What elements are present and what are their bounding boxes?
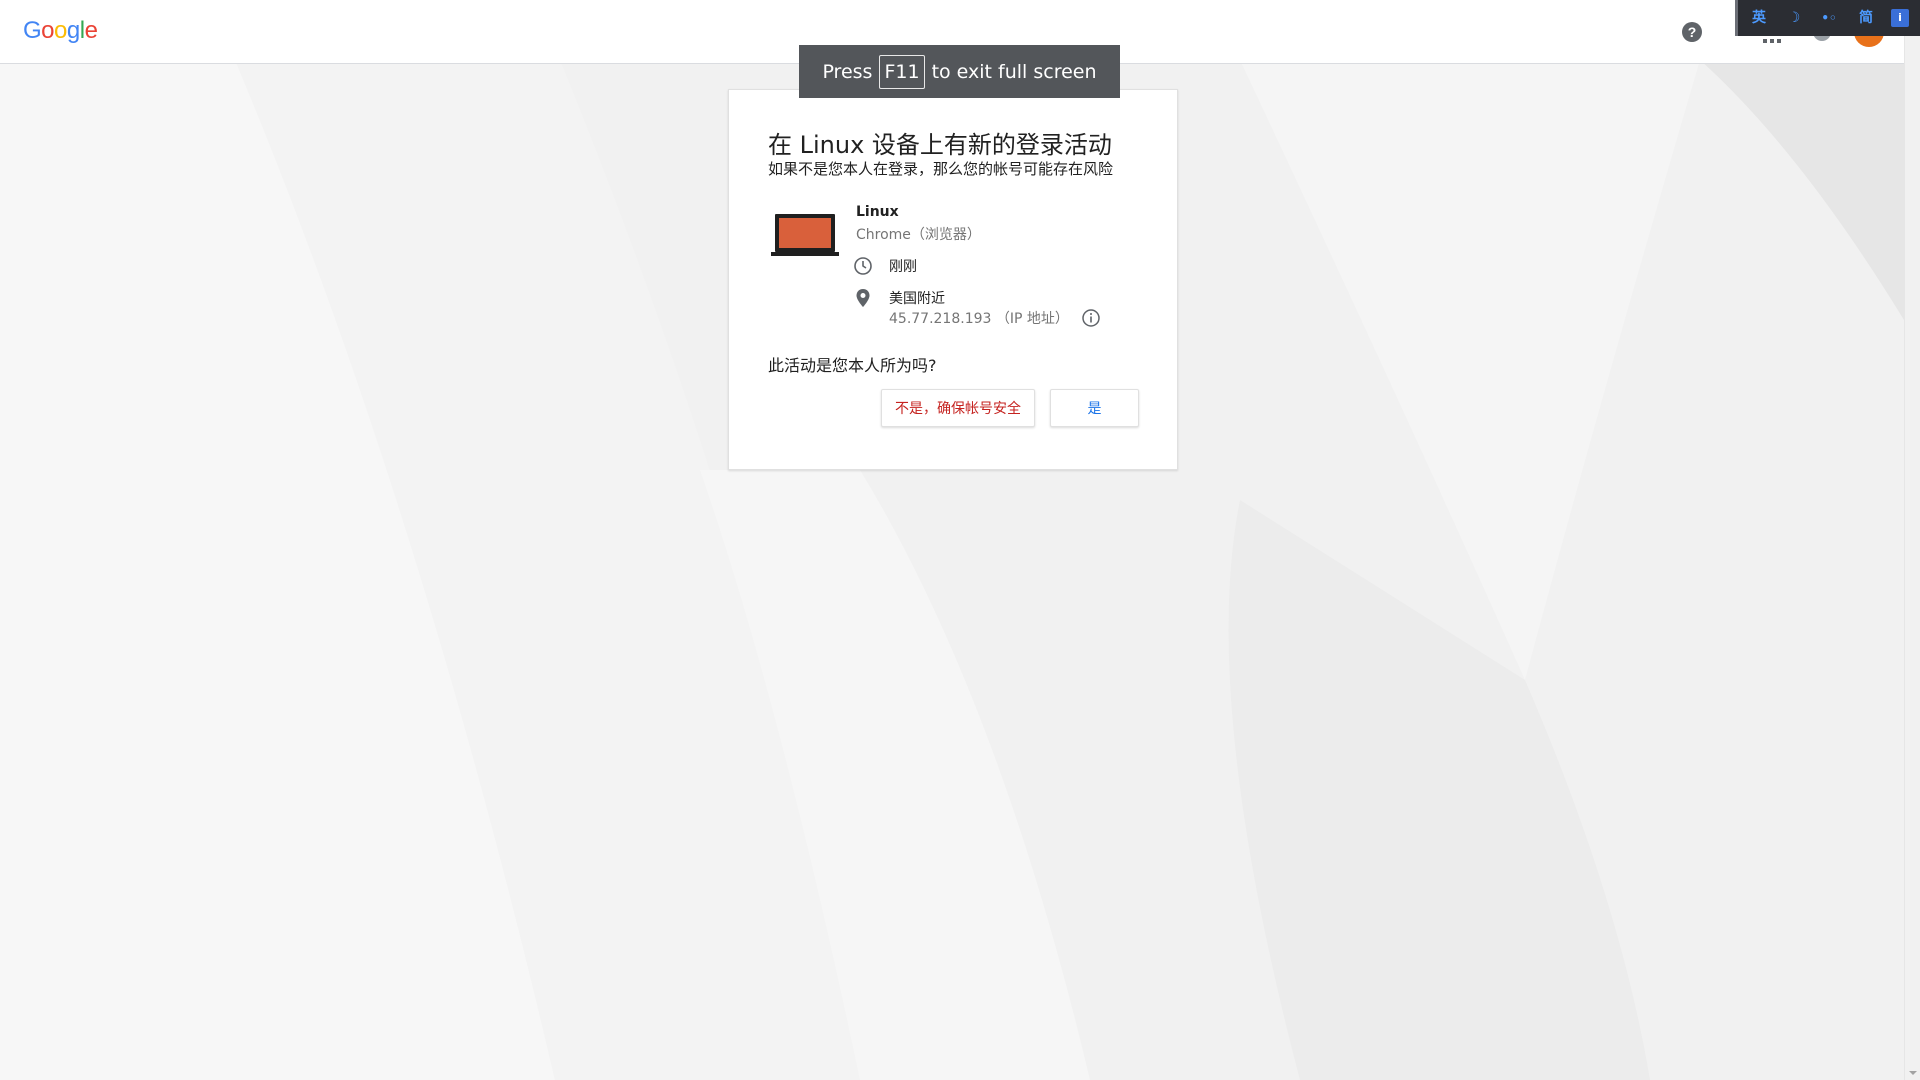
- confirmation-question: 此活动是您本人所为吗?: [768, 356, 937, 375]
- laptop-icon: [771, 214, 839, 256]
- fullscreen-exit-toast: Press F11 to exit full screen: [799, 45, 1120, 98]
- google-logo[interactable]: Google: [23, 17, 98, 45]
- logo-letter: e: [84, 17, 98, 44]
- not-me-secure-account-button[interactable]: 不是，确保帐号安全: [881, 389, 1035, 427]
- ime-toolbar: 英 ☽ •◦ 简 i: [1735, 0, 1920, 36]
- toast-text-before: Press: [822, 60, 873, 83]
- help-icon[interactable]: ?: [1680, 20, 1704, 44]
- ime-moon-icon[interactable]: ☽: [1783, 8, 1805, 28]
- login-location: 美国附近: [889, 291, 945, 307]
- device-name: Linux: [856, 204, 899, 220]
- security-alert-card: 在 Linux 设备上有新的登录活动 如果不是您本人在登录，那么您的帐号可能存在…: [728, 89, 1178, 470]
- clock-icon: [854, 257, 872, 275]
- logo-letter: o: [54, 17, 67, 44]
- ime-language-toggle[interactable]: 英: [1748, 8, 1770, 28]
- toast-text-after: to exit full screen: [931, 60, 1097, 83]
- logo-letter: G: [23, 17, 42, 44]
- card-subtitle: 如果不是您本人在登录，那么您的帐号可能存在风险: [768, 160, 1114, 178]
- f11-key: F11: [879, 54, 925, 89]
- info-icon[interactable]: [1081, 308, 1101, 328]
- svg-text:?: ?: [1688, 24, 1697, 40]
- card-title: 在 Linux 设备上有新的登录活动: [768, 131, 1112, 159]
- logo-letter: g: [66, 17, 80, 44]
- ime-simplified-toggle[interactable]: 简: [1855, 8, 1877, 28]
- ime-toolbox-icon[interactable]: i: [1891, 9, 1909, 27]
- device-browser: Chrome（浏览器）: [856, 227, 981, 243]
- logo-letter: o: [41, 17, 55, 44]
- yes-button[interactable]: 是: [1050, 389, 1139, 427]
- scroll-down-arrow-icon[interactable]: [1909, 1069, 1917, 1077]
- ip-address-row: 45.77.218.193 （IP 地址）: [889, 308, 1101, 328]
- ip-address: 45.77.218.193 （IP 地址）: [889, 311, 1069, 327]
- ime-punctuation-icon[interactable]: •◦: [1818, 8, 1840, 28]
- login-time: 刚刚: [889, 259, 917, 275]
- location-pin-icon: [856, 289, 870, 307]
- page-scrollbar[interactable]: [1904, 0, 1920, 1080]
